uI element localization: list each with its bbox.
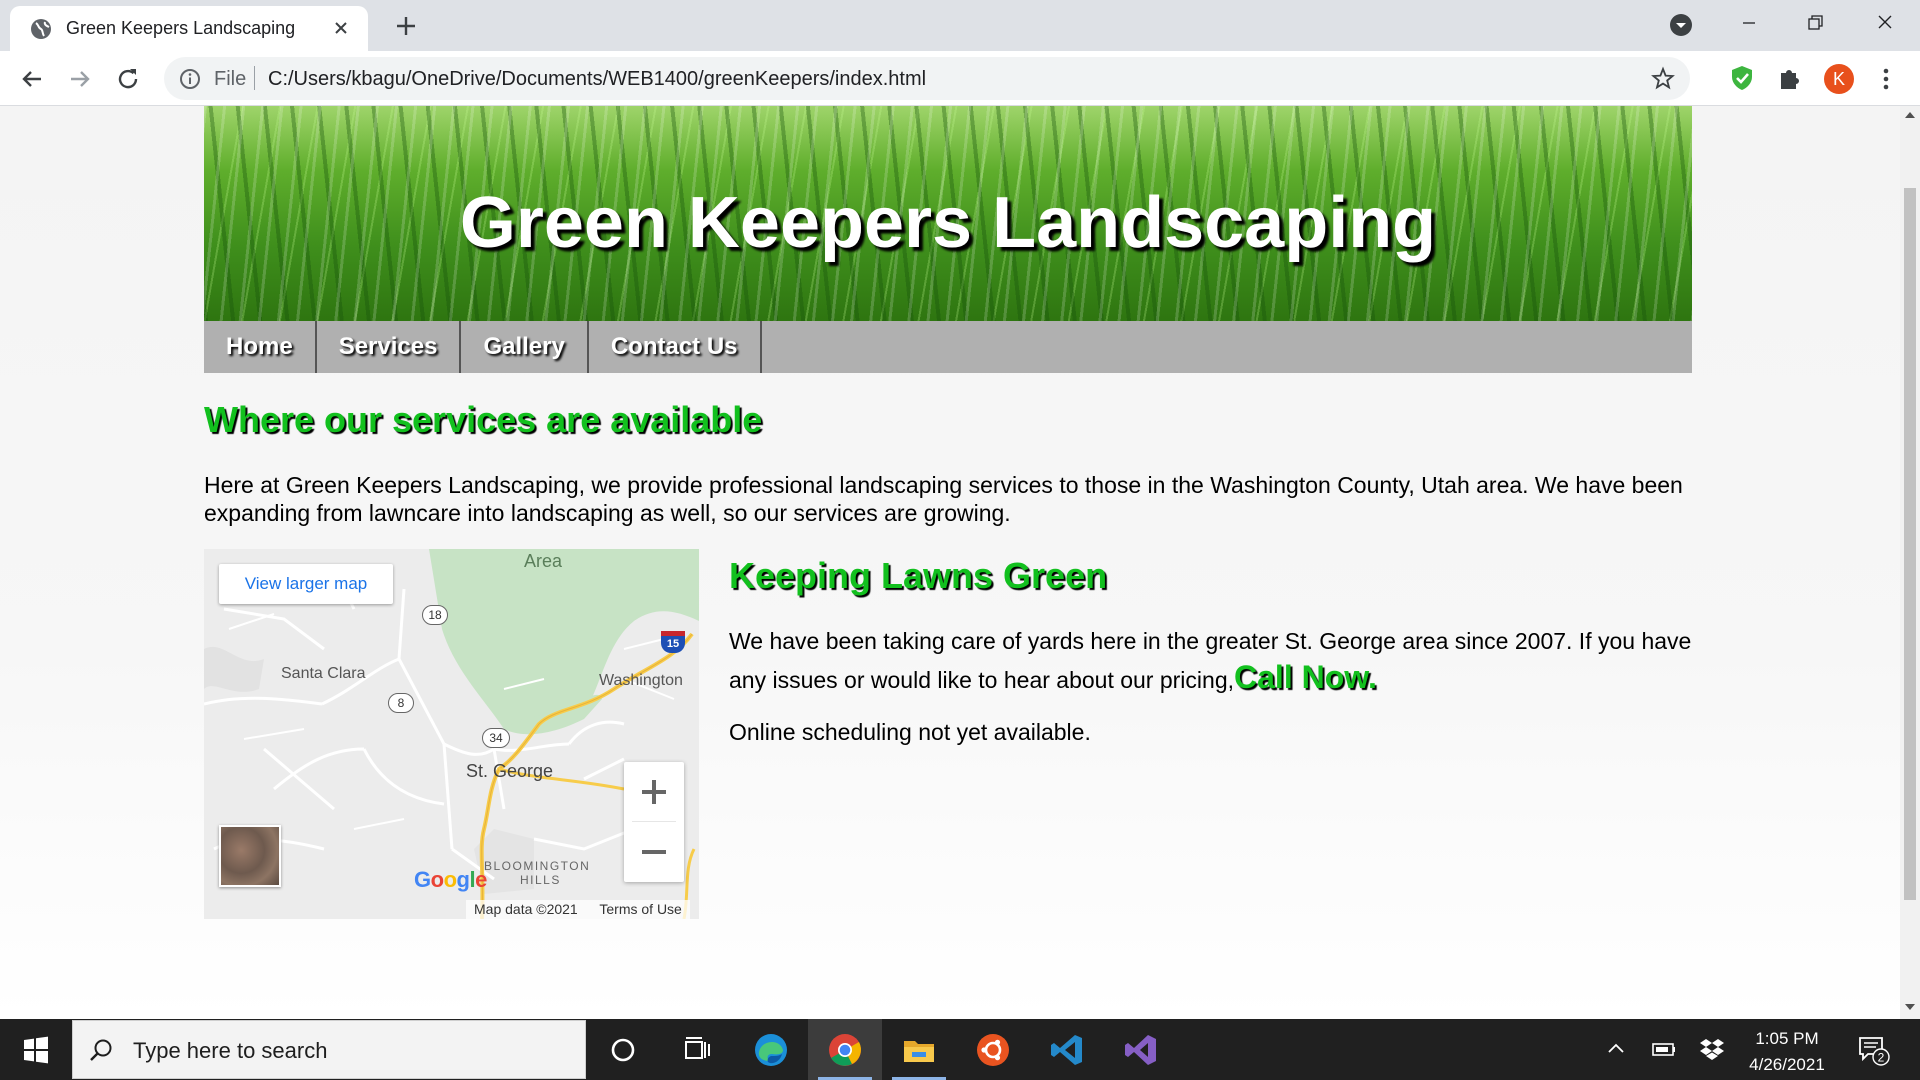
zoom-divider: [632, 821, 676, 822]
edge-button[interactable]: [734, 1019, 808, 1080]
info-icon[interactable]: [178, 67, 202, 91]
main-heading: Where our services are available: [204, 399, 763, 440]
nav-gallery[interactable]: Gallery: [461, 321, 589, 373]
chrome-button[interactable]: [808, 1019, 882, 1080]
system-clock[interactable]: 1:05 PM 4/26/2021: [1728, 1026, 1846, 1078]
address-bar[interactable]: File C:/Users/kbagu/OneDrive/Documents/W…: [164, 57, 1690, 100]
battery-icon[interactable]: [1650, 1037, 1678, 1061]
tab-title: Green Keepers Landscaping: [66, 18, 296, 38]
tab-search-icon[interactable]: [1668, 12, 1694, 38]
side-heading: Keeping Lawns Green: [729, 555, 1108, 596]
scheduling-note: Online scheduling not yet available.: [729, 719, 1091, 745]
side-content: Keeping Lawns Green We have been taking …: [729, 549, 1692, 750]
close-tab-icon[interactable]: [328, 15, 354, 41]
browser-tab-strip: Green Keepers Landscaping: [0, 0, 1920, 51]
taskbar-search-box[interactable]: Type here to search: [72, 1020, 586, 1079]
scrollbar-thumb[interactable]: [1904, 188, 1916, 900]
map-zoom-control: [624, 762, 684, 882]
task-view-icon: [685, 1037, 710, 1059]
vscode-button[interactable]: [1030, 1019, 1104, 1080]
satellite-toggle-thumbnail[interactable]: [219, 825, 281, 887]
visual-studio-icon: [1125, 1035, 1156, 1065]
cortana-icon: [611, 1038, 635, 1062]
map-data-label: Map data ©2021: [474, 901, 578, 917]
search-icon: [90, 1039, 112, 1061]
minimize-icon[interactable]: [1726, 8, 1772, 38]
globe-icon: [31, 19, 51, 39]
interstate-15-shield: 15: [661, 631, 685, 653]
ubuntu-icon: [977, 1034, 1009, 1066]
close-window-icon[interactable]: [1862, 8, 1908, 38]
extensions-puzzle-icon[interactable]: [1776, 64, 1804, 92]
browser-tab[interactable]: Green Keepers Landscaping: [10, 6, 368, 51]
nav-services[interactable]: Services: [317, 321, 462, 373]
profile-avatar[interactable]: K: [1824, 64, 1854, 94]
dropbox-icon[interactable]: [1698, 1035, 1726, 1063]
map-label-santa-clara: Santa Clara: [281, 665, 366, 682]
side-paragraph-text: We have been taking care of yards here i…: [729, 628, 1692, 693]
browser-toolbar: File C:/Users/kbagu/OneDrive/Documents/W…: [0, 51, 1920, 106]
map-attribution: Map data ©2021 Terms of Use: [466, 900, 690, 919]
grass-banner: Green Keepers Landscaping: [204, 106, 1692, 321]
page-scrollbar[interactable]: [1900, 106, 1920, 1019]
page-viewport: Green Keepers Landscaping Home Services …: [0, 106, 1900, 1019]
forward-arrow-icon[interactable]: [64, 63, 96, 95]
reload-icon[interactable]: [112, 63, 144, 95]
google-logo: Google: [414, 867, 487, 892]
main-nav: Home Services Gallery Contact Us: [204, 321, 1692, 373]
restore-icon[interactable]: [1792, 8, 1838, 38]
notification-count: 2: [1878, 1051, 1885, 1065]
search-placeholder: Type here to search: [133, 1038, 328, 1063]
map-label-hills: HILLS: [520, 873, 561, 887]
chrome-icon: [829, 1034, 861, 1066]
new-tab-icon[interactable]: [390, 10, 422, 42]
zoom-in-icon[interactable]: [624, 762, 684, 821]
zoom-out-icon[interactable]: [624, 823, 684, 882]
show-hidden-icons-icon[interactable]: [1604, 1037, 1628, 1061]
intro-paragraph: Here at Green Keepers Landscaping, we pr…: [204, 472, 1683, 526]
map-label-washington: Washington: [599, 672, 683, 689]
clock-time: 1:05 PM: [1755, 1029, 1819, 1048]
call-now-link[interactable]: Call Now.: [1234, 659, 1377, 695]
view-larger-map-link[interactable]: View larger map: [219, 564, 393, 604]
ubuntu-button[interactable]: [956, 1019, 1030, 1080]
file-explorer-icon: [904, 1041, 934, 1062]
more-menu-icon[interactable]: [1876, 64, 1896, 94]
url-text[interactable]: C:/Users/kbagu/OneDrive/Documents/WEB140…: [268, 68, 926, 91]
route-18-shield: 18: [422, 605, 448, 625]
edge-icon: [755, 1034, 787, 1066]
content-row: Area Santa Clara Washington St. George B…: [204, 549, 1692, 921]
embedded-map[interactable]: Area Santa Clara Washington St. George B…: [204, 549, 699, 919]
cortana-button[interactable]: [586, 1019, 660, 1080]
task-view-button[interactable]: [660, 1019, 734, 1080]
vscode-icon: [1051, 1035, 1082, 1065]
map-label-area: Area: [524, 551, 563, 571]
file-explorer-button[interactable]: [882, 1019, 956, 1080]
scroll-up-icon[interactable]: [1905, 112, 1915, 118]
clock-date: 4/26/2021: [1749, 1055, 1825, 1074]
nav-home[interactable]: Home: [204, 321, 317, 373]
visual-studio-button[interactable]: [1104, 1019, 1178, 1080]
shield-extension-icon[interactable]: [1728, 64, 1756, 92]
route-8-shield: 8: [388, 693, 414, 713]
map-label-st-george: St. George: [466, 761, 554, 781]
bookmark-star-icon[interactable]: [1650, 66, 1676, 92]
route-34-shield: 34: [482, 728, 510, 748]
notification-center-icon[interactable]: 2: [1856, 1032, 1890, 1066]
site-title: Green Keepers Landscaping: [459, 183, 1437, 263]
page-container: Green Keepers Landscaping Home Services …: [204, 106, 1692, 921]
address-divider: [254, 66, 255, 90]
url-scheme-label: File: [214, 68, 247, 90]
nav-contact-us[interactable]: Contact Us: [589, 321, 762, 373]
back-arrow-icon[interactable]: [16, 63, 48, 95]
side-paragraph: We have been taking care of yards here i…: [729, 623, 1692, 698]
scroll-down-icon[interactable]: [1905, 1004, 1915, 1010]
map-label-bloomington: BLOOMINGTON: [484, 859, 591, 873]
windows-start-icon[interactable]: [14, 1031, 58, 1069]
terms-of-use-link[interactable]: Terms of Use: [599, 901, 681, 917]
windows-taskbar: Type here to search 1:05 PM 4/26/2021 2: [0, 1019, 1920, 1080]
